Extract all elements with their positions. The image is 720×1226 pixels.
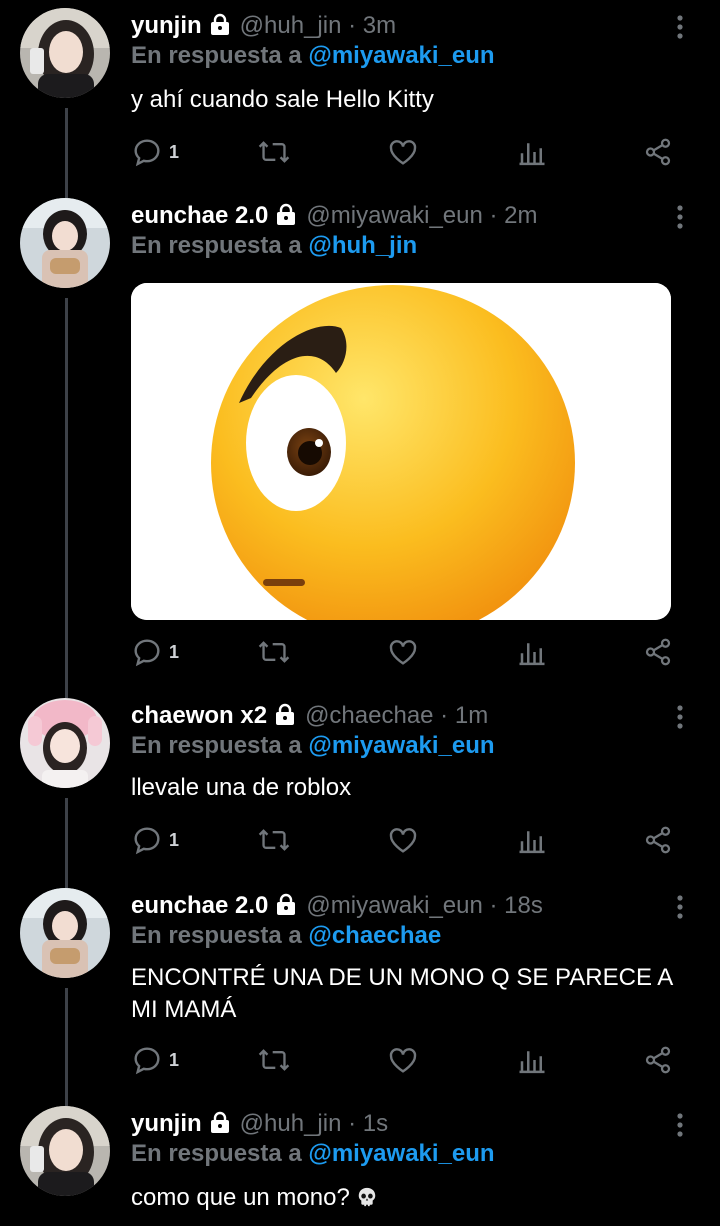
reply-icon	[134, 639, 160, 667]
more-icon[interactable]	[670, 702, 690, 732]
handle-time: @huh_jin · 3m	[239, 12, 397, 39]
reply-button[interactable]: 1	[131, 1040, 179, 1080]
reply-context: En respuesta a @miyawaki_eun	[131, 728, 495, 764]
retweet-icon	[258, 641, 290, 663]
views-icon	[519, 643, 545, 666]
mention-link[interactable]: @huh_jin	[308, 232, 417, 259]
tweet-text-content: como que un mono?	[131, 1184, 350, 1211]
reply-count: 1	[169, 641, 180, 662]
retweet-icon	[258, 141, 290, 163]
reply-count: 1	[169, 141, 180, 162]
handle-time: @miyawaki_eun · 18s	[306, 892, 543, 919]
reply-context: En respuesta a @chaechae	[131, 918, 441, 954]
like-icon	[389, 828, 417, 853]
retweet-icon	[258, 829, 290, 851]
like-button[interactable]	[387, 632, 419, 672]
like-icon	[389, 140, 417, 165]
reply-button[interactable]: 1	[131, 820, 179, 860]
retweet-button[interactable]	[257, 632, 291, 672]
reply-context: En respuesta a @miyawaki_eun	[131, 1136, 495, 1172]
action-bar: 1	[131, 132, 691, 172]
mention-link[interactable]: @miyawaki_eun	[308, 1140, 494, 1167]
retweet-icon	[258, 1049, 290, 1071]
like-icon	[389, 1048, 417, 1073]
share-button[interactable]	[643, 820, 673, 860]
share-button[interactable]	[643, 132, 673, 172]
emoji-image[interactable]	[131, 283, 671, 620]
views-icon	[519, 831, 545, 854]
avatar[interactable]	[20, 1106, 110, 1196]
thread-line	[65, 108, 68, 198]
like-button[interactable]	[387, 820, 419, 860]
more-icon[interactable]	[670, 1110, 690, 1140]
reply-prefix: En respuesta a	[131, 922, 302, 949]
avatar[interactable]	[20, 888, 110, 978]
retweet-button[interactable]	[257, 1040, 291, 1080]
reply-icon	[134, 827, 160, 855]
action-bar: 1	[131, 1040, 691, 1080]
avatar[interactable]	[20, 698, 110, 788]
reply-button[interactable]: 1	[131, 132, 179, 172]
tweet-text: y ahí cuando sale Hello Kitty	[131, 86, 434, 113]
reply-prefix: En respuesta a	[131, 732, 302, 759]
handle-time: @huh_jin · 1s	[239, 1110, 389, 1137]
share-icon	[645, 826, 671, 854]
like-button[interactable]	[387, 1040, 419, 1080]
share-button[interactable]	[643, 632, 673, 672]
share-button[interactable]	[643, 1040, 673, 1080]
skull-emoji	[356, 1185, 378, 1207]
reply-prefix: En respuesta a	[131, 1140, 302, 1167]
more-icon[interactable]	[670, 202, 690, 232]
views-icon	[519, 143, 545, 166]
views-button[interactable]	[517, 1040, 547, 1080]
display-name[interactable]: eunchae 2.0	[131, 892, 268, 919]
handle-time: @chaechae · 1m	[305, 702, 489, 729]
share-icon	[645, 638, 671, 666]
share-icon	[645, 1046, 671, 1074]
tweet-text: como que un mono?	[131, 1182, 691, 1214]
thread-line	[65, 798, 68, 888]
tweet-text: ENCONTRÉ UNA DE UN MONO Q SE PARECE A MI…	[131, 964, 672, 1023]
reply-count: 1	[169, 1049, 180, 1070]
display-name[interactable]: yunjin	[131, 1110, 202, 1137]
reply-icon	[134, 1047, 160, 1075]
reply-context: En respuesta a @miyawaki_eun	[131, 38, 495, 74]
more-icon[interactable]	[670, 12, 690, 42]
retweet-button[interactable]	[257, 820, 291, 860]
views-button[interactable]	[517, 820, 547, 860]
mention-link[interactable]: @chaechae	[308, 922, 441, 949]
reply-icon	[134, 139, 160, 167]
mention-link[interactable]: @miyawaki_eun	[308, 42, 494, 69]
views-icon	[519, 1051, 545, 1074]
like-button[interactable]	[387, 132, 419, 172]
reply-prefix: En respuesta a	[131, 232, 302, 259]
retweet-button[interactable]	[257, 132, 291, 172]
reply-button[interactable]: 1	[131, 632, 179, 672]
display-name[interactable]: chaewon x2	[131, 702, 267, 729]
tweet-text: llevale una de roblox	[131, 774, 352, 801]
display-name[interactable]: yunjin	[131, 12, 202, 39]
like-icon	[389, 640, 417, 665]
reply-count: 1	[169, 829, 180, 850]
display-name[interactable]: eunchae 2.0	[131, 202, 268, 229]
views-button[interactable]	[517, 632, 547, 672]
mention-link[interactable]: @miyawaki_eun	[308, 732, 494, 759]
thread-line	[65, 298, 68, 698]
handle-time: @miyawaki_eun · 2m	[306, 202, 538, 229]
views-button[interactable]	[517, 132, 547, 172]
avatar[interactable]	[20, 198, 110, 288]
thread-line	[65, 988, 68, 1106]
action-bar: 1	[131, 820, 691, 860]
share-icon	[645, 138, 671, 166]
reply-prefix: En respuesta a	[131, 42, 302, 69]
avatar[interactable]	[20, 8, 110, 98]
reply-context: En respuesta a @huh_jin	[131, 228, 417, 264]
more-icon[interactable]	[670, 892, 690, 922]
action-bar: 1	[131, 632, 691, 672]
